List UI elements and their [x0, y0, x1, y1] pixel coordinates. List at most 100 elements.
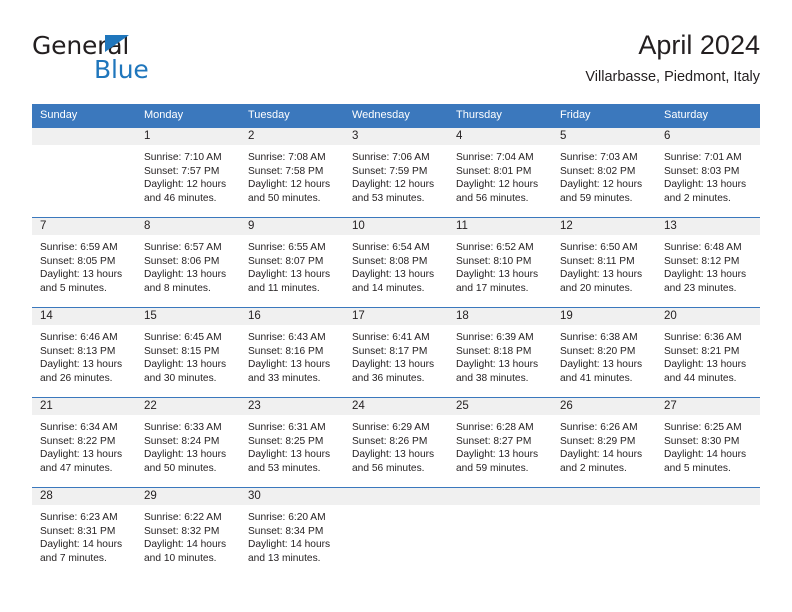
sunset-line: Sunset: 8:25 PM: [248, 435, 324, 447]
day-cell[interactable]: 24 Sunrise: 6:29 AM Sunset: 8:26 PM Dayl…: [344, 397, 448, 488]
day-cell[interactable]: 13 Sunrise: 6:48 AM Sunset: 8:12 PM Dayl…: [656, 217, 760, 308]
sunset-line: Sunset: 8:13 PM: [40, 345, 116, 357]
day-details: Sunrise: 6:28 AM Sunset: 8:27 PM Dayligh…: [448, 415, 552, 475]
sunset-line: Sunset: 8:22 PM: [40, 435, 116, 447]
sunset-line: Sunset: 7:57 PM: [144, 165, 220, 177]
day-details: Sunrise: 6:31 AM Sunset: 8:25 PM Dayligh…: [240, 415, 344, 475]
daylight-line-2: and 56 minutes.: [352, 462, 425, 474]
day-number: 28: [32, 488, 136, 505]
daylight-line-1: Daylight: 13 hours: [248, 449, 331, 461]
day-details: Sunrise: 6:38 AM Sunset: 8:20 PM Dayligh…: [552, 325, 656, 385]
day-cell: [552, 487, 656, 576]
day-cell[interactable]: 6 Sunrise: 7:01 AM Sunset: 8:03 PM Dayli…: [656, 127, 760, 218]
daylight-line-1: Daylight: 13 hours: [352, 269, 435, 281]
day-number: 12: [552, 218, 656, 235]
daylight-line-2: and 30 minutes.: [144, 372, 217, 384]
daylight-line-2: and 56 minutes.: [456, 192, 529, 204]
day-cell[interactable]: 18 Sunrise: 6:39 AM Sunset: 8:18 PM Dayl…: [448, 307, 552, 398]
daylight-line-2: and 53 minutes.: [248, 462, 321, 474]
day-cell[interactable]: 20 Sunrise: 6:36 AM Sunset: 8:21 PM Dayl…: [656, 307, 760, 398]
daylight-line-1: Daylight: 12 hours: [352, 179, 435, 191]
daylight-line-1: Daylight: 13 hours: [144, 269, 227, 281]
day-cell[interactable]: 21 Sunrise: 6:34 AM Sunset: 8:22 PM Dayl…: [32, 397, 136, 488]
sunset-line: Sunset: 8:20 PM: [560, 345, 636, 357]
day-cell[interactable]: 7 Sunrise: 6:59 AM Sunset: 8:05 PM Dayli…: [32, 217, 136, 308]
day-number: 15: [136, 308, 240, 325]
day-number: 8: [136, 218, 240, 235]
day-details: Sunrise: 7:04 AM Sunset: 8:01 PM Dayligh…: [448, 145, 552, 205]
day-number: 7: [32, 218, 136, 235]
daylight-line-2: and 44 minutes.: [664, 372, 737, 384]
day-details: Sunrise: 6:43 AM Sunset: 8:16 PM Dayligh…: [240, 325, 344, 385]
daylight-line-1: Daylight: 14 hours: [664, 449, 747, 461]
daylight-line-1: Daylight: 13 hours: [560, 269, 643, 281]
daylight-line-1: Daylight: 14 hours: [248, 539, 331, 551]
sunset-line: Sunset: 8:07 PM: [248, 255, 324, 267]
day-number: 1: [136, 128, 240, 145]
daylight-line-1: Daylight: 13 hours: [40, 449, 123, 461]
sunrise-line: Sunrise: 6:36 AM: [664, 332, 742, 343]
day-cell[interactable]: 29 Sunrise: 6:22 AM Sunset: 8:32 PM Dayl…: [136, 487, 240, 576]
day-cell[interactable]: 28 Sunrise: 6:23 AM Sunset: 8:31 PM Dayl…: [32, 487, 136, 576]
day-number: 22: [136, 398, 240, 415]
daylight-line-2: and 38 minutes.: [456, 372, 529, 384]
day-number: 27: [656, 398, 760, 415]
day-cell[interactable]: 3 Sunrise: 7:06 AM Sunset: 7:59 PM Dayli…: [344, 127, 448, 218]
sunrise-line: Sunrise: 7:08 AM: [248, 152, 326, 163]
sunrise-line: Sunrise: 7:10 AM: [144, 152, 222, 163]
sunrise-line: Sunrise: 7:01 AM: [664, 152, 742, 163]
sunrise-line: Sunrise: 6:23 AM: [40, 512, 118, 523]
day-cell[interactable]: 4 Sunrise: 7:04 AM Sunset: 8:01 PM Dayli…: [448, 127, 552, 218]
day-details: Sunrise: 6:59 AM Sunset: 8:05 PM Dayligh…: [32, 235, 136, 295]
day-cell: [32, 127, 136, 218]
day-cell[interactable]: 17 Sunrise: 6:41 AM Sunset: 8:17 PM Dayl…: [344, 307, 448, 398]
day-cell[interactable]: 11 Sunrise: 6:52 AM Sunset: 8:10 PM Dayl…: [448, 217, 552, 308]
day-number: 18: [448, 308, 552, 325]
day-cell[interactable]: 27 Sunrise: 6:25 AM Sunset: 8:30 PM Dayl…: [656, 397, 760, 488]
day-header-monday: Monday: [136, 104, 240, 128]
day-cell[interactable]: 19 Sunrise: 6:38 AM Sunset: 8:20 PM Dayl…: [552, 307, 656, 398]
day-cell[interactable]: 12 Sunrise: 6:50 AM Sunset: 8:11 PM Dayl…: [552, 217, 656, 308]
day-number: 11: [448, 218, 552, 235]
day-details: Sunrise: 6:25 AM Sunset: 8:30 PM Dayligh…: [656, 415, 760, 475]
sunrise-line: Sunrise: 6:50 AM: [560, 242, 638, 253]
day-details: Sunrise: 6:50 AM Sunset: 8:11 PM Dayligh…: [552, 235, 656, 295]
day-cell[interactable]: 30 Sunrise: 6:20 AM Sunset: 8:34 PM Dayl…: [240, 487, 344, 576]
day-of-week-header-row: Sunday Monday Tuesday Wednesday Thursday…: [32, 104, 760, 128]
day-cell[interactable]: 8 Sunrise: 6:57 AM Sunset: 8:06 PM Dayli…: [136, 217, 240, 308]
sunrise-line: Sunrise: 6:38 AM: [560, 332, 638, 343]
day-cell[interactable]: 14 Sunrise: 6:46 AM Sunset: 8:13 PM Dayl…: [32, 307, 136, 398]
sunrise-line: Sunrise: 6:48 AM: [664, 242, 742, 253]
day-cell[interactable]: 2 Sunrise: 7:08 AM Sunset: 7:58 PM Dayli…: [240, 127, 344, 218]
sunset-line: Sunset: 8:27 PM: [456, 435, 532, 447]
sunset-line: Sunset: 8:15 PM: [144, 345, 220, 357]
day-cell[interactable]: 9 Sunrise: 6:55 AM Sunset: 8:07 PM Dayli…: [240, 217, 344, 308]
daylight-line-2: and 59 minutes.: [456, 462, 529, 474]
day-cell[interactable]: 26 Sunrise: 6:26 AM Sunset: 8:29 PM Dayl…: [552, 397, 656, 488]
sunset-line: Sunset: 8:18 PM: [456, 345, 532, 357]
daylight-line-2: and 59 minutes.: [560, 192, 633, 204]
sunset-line: Sunset: 8:03 PM: [664, 165, 740, 177]
day-details: Sunrise: 6:33 AM Sunset: 8:24 PM Dayligh…: [136, 415, 240, 475]
daylight-line-1: Daylight: 13 hours: [352, 449, 435, 461]
day-cell[interactable]: 23 Sunrise: 6:31 AM Sunset: 8:25 PM Dayl…: [240, 397, 344, 488]
day-cell[interactable]: 22 Sunrise: 6:33 AM Sunset: 8:24 PM Dayl…: [136, 397, 240, 488]
day-cell[interactable]: 15 Sunrise: 6:45 AM Sunset: 8:15 PM Dayl…: [136, 307, 240, 398]
day-number: 16: [240, 308, 344, 325]
sunset-line: Sunset: 8:17 PM: [352, 345, 428, 357]
week-row: 1 Sunrise: 7:10 AM Sunset: 7:57 PM Dayli…: [32, 127, 760, 218]
day-header-thursday: Thursday: [448, 104, 552, 128]
daylight-line-2: and 46 minutes.: [144, 192, 217, 204]
day-number: 2: [240, 128, 344, 145]
sunset-line: Sunset: 8:30 PM: [664, 435, 740, 447]
daylight-line-1: Daylight: 13 hours: [248, 269, 331, 281]
sunset-line: Sunset: 8:02 PM: [560, 165, 636, 177]
daylight-line-1: Daylight: 14 hours: [144, 539, 227, 551]
day-number: [344, 488, 448, 505]
day-cell[interactable]: 25 Sunrise: 6:28 AM Sunset: 8:27 PM Dayl…: [448, 397, 552, 488]
day-cell[interactable]: 16 Sunrise: 6:43 AM Sunset: 8:16 PM Dayl…: [240, 307, 344, 398]
day-cell[interactable]: 10 Sunrise: 6:54 AM Sunset: 8:08 PM Dayl…: [344, 217, 448, 308]
day-cell[interactable]: 1 Sunrise: 7:10 AM Sunset: 7:57 PM Dayli…: [136, 127, 240, 218]
day-details: Sunrise: 6:57 AM Sunset: 8:06 PM Dayligh…: [136, 235, 240, 295]
day-cell[interactable]: 5 Sunrise: 7:03 AM Sunset: 8:02 PM Dayli…: [552, 127, 656, 218]
